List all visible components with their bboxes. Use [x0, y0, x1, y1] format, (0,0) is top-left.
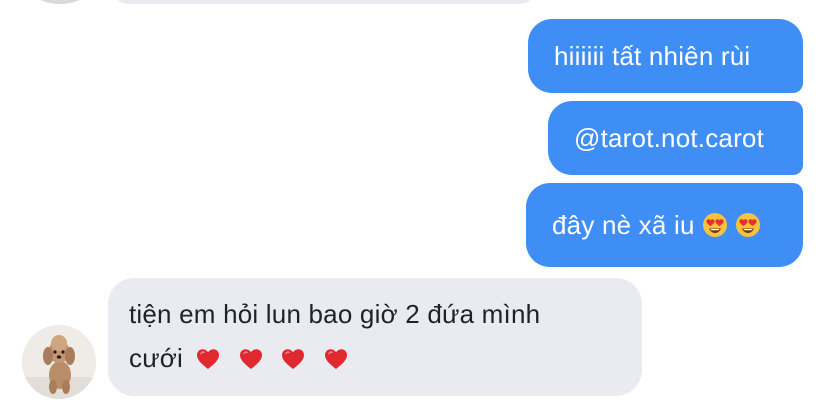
heart-eyes-emoji-icon	[735, 212, 761, 238]
message-text: cưới	[129, 343, 184, 373]
red-heart-emoji-icon	[281, 348, 305, 370]
message-text: đây nè xã iu	[552, 210, 695, 240]
outgoing-message[interactable]: hiiiiii tất nhiên rùi	[528, 19, 803, 93]
incoming-message-partial[interactable]	[108, 0, 540, 4]
message-text-line: tiện em hỏi lun bao giờ 2 đứa mình	[129, 299, 541, 329]
incoming-message[interactable]: tiện em hỏi lun bao giờ 2 đứa mình cưới	[108, 278, 642, 396]
message-text-line-2: cưới	[129, 338, 620, 378]
red-heart-emoji-icon	[324, 348, 348, 370]
red-heart-emoji-icon	[196, 348, 220, 370]
outgoing-message[interactable]: @tarot.not.carot	[548, 101, 803, 175]
message-text: hiiiiii tất nhiên rùi	[554, 41, 751, 71]
heart-eyes-emoji-icon	[702, 212, 728, 238]
poodle-avatar-icon	[22, 325, 96, 399]
outgoing-message[interactable]: đây nè xã iu	[526, 183, 803, 267]
chat-thread: hiiiiii tất nhiên rùi @tarot.not.carot đ…	[0, 0, 828, 420]
message-text: @tarot.not.carot	[574, 123, 765, 153]
contact-avatar[interactable]	[22, 325, 96, 399]
contact-avatar-partial[interactable]	[26, 0, 94, 4]
red-heart-emoji-icon	[239, 348, 263, 370]
